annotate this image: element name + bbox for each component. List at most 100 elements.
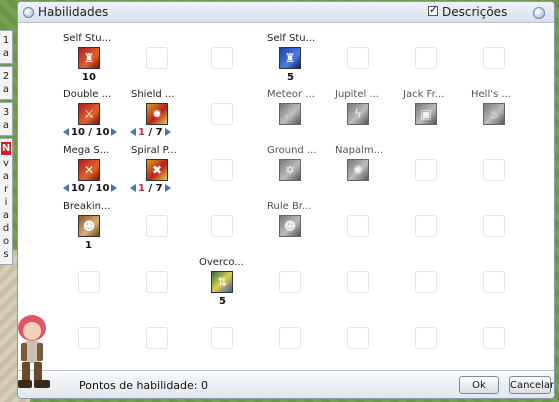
break-icon[interactable]: ☻ [78, 215, 100, 237]
level-down-icon[interactable] [130, 184, 136, 192]
level-up-icon[interactable] [164, 184, 171, 192]
window-title: Habilidades [38, 5, 109, 19]
skill-level-row: 1 / 7 [128, 183, 173, 195]
empty-slot [146, 215, 168, 237]
tab-variados[interactable]: N variados [0, 138, 13, 265]
level-down-icon[interactable] [63, 128, 69, 136]
empty-slot [415, 47, 437, 69]
empty-slot [483, 271, 505, 293]
skill-class-tabs: 1a 2a 3a N variados [0, 30, 14, 267]
frost-icon[interactable]: ▣ [415, 103, 437, 125]
skill-name: Overco... [199, 257, 244, 268]
new-badge: N [1, 142, 11, 155]
double-attack-icon[interactable]: ⚔ [78, 103, 100, 125]
level-down-icon[interactable] [130, 128, 136, 136]
tab-3a[interactable]: 3a [0, 102, 13, 136]
empty-slot [78, 271, 100, 293]
spiral-icon[interactable]: ✖ [146, 159, 168, 181]
empty-slot [146, 271, 168, 293]
level-current: 10 [71, 127, 85, 138]
empty-slot [415, 215, 437, 237]
flame-icon[interactable]: ♨ [483, 103, 505, 125]
empty-slot [347, 271, 369, 293]
empty-slot [483, 159, 505, 181]
level-max: 10 [95, 127, 110, 138]
tab-label: 2a [2, 71, 10, 95]
level-current: 10 [71, 183, 85, 194]
empty-slot [347, 215, 369, 237]
burst-icon[interactable]: ✺ [347, 159, 369, 181]
ok-button[interactable]: Ok [459, 376, 499, 394]
empty-slot [483, 327, 505, 349]
level-up-icon[interactable] [111, 128, 118, 136]
empty-slot [483, 47, 505, 69]
close-icon[interactable] [533, 7, 545, 19]
level-max: 10 [95, 183, 110, 194]
sword-icon[interactable]: ✕ [78, 159, 100, 181]
skill-name: Meteor ... [267, 89, 315, 100]
level-up-icon[interactable] [111, 184, 118, 192]
skill-level: 5 [287, 72, 294, 83]
skill-points: Pontos de habilidade: 0 [79, 379, 208, 392]
self-stu-blue-icon[interactable]: ♜ [279, 47, 301, 69]
skill-name: Self Stu... [63, 33, 112, 44]
skill-name: Napalm... [335, 145, 384, 156]
empty-slot [279, 327, 301, 349]
overcome-icon[interactable]: ⇅ [211, 271, 233, 293]
level-current: 1 [138, 183, 145, 194]
empty-slot [211, 327, 233, 349]
star-seal-icon[interactable]: ✡ [279, 159, 301, 181]
tab-1a[interactable]: 1a [0, 30, 13, 64]
tab-label: 3a [2, 107, 10, 131]
empty-slot [347, 327, 369, 349]
rule-break-icon[interactable]: ☻ [279, 215, 301, 237]
meteor-icon[interactable]: ☄ [279, 103, 301, 125]
skill-name: Breakin... [63, 201, 111, 212]
skill-name: Shield ... [131, 89, 175, 100]
skill-name: Ground ... [267, 145, 317, 156]
empty-slot [211, 159, 233, 181]
description-checkbox[interactable] [428, 3, 438, 16]
empty-slot [146, 47, 168, 69]
skill-level-row: 10 / 10 [61, 183, 119, 195]
skill-level: 1 [85, 240, 92, 251]
empty-slot [211, 103, 233, 125]
empty-slot [211, 47, 233, 69]
skill-name: Double ... [63, 89, 112, 100]
empty-slot [415, 159, 437, 181]
skill-name: Self Stu... [267, 33, 316, 44]
empty-slot [415, 271, 437, 293]
skill-level-row: 10 / 10 [61, 127, 119, 139]
skill-name: Mega S... [63, 145, 110, 156]
self-stu-icon[interactable]: ♜ [78, 47, 100, 69]
empty-slot [78, 327, 100, 349]
skill-name: Rule Br... [267, 201, 312, 212]
description-label: Descrições [442, 5, 508, 19]
skills-window: Habilidades Descrições Self Stu... ♜ 10 … [17, 1, 555, 399]
title-bar[interactable]: Habilidades Descrições [18, 2, 554, 23]
shield-icon[interactable]: ✹ [146, 103, 168, 125]
tab-label: variados [2, 158, 10, 260]
cancel-button[interactable]: Cancelar [509, 376, 554, 394]
level-current: 1 [138, 127, 145, 138]
empty-slot [415, 327, 437, 349]
skill-name: Spiral P... [131, 145, 177, 156]
level-max: 7 [155, 127, 163, 138]
tab-2a[interactable]: 2a [0, 66, 13, 100]
empty-slot [279, 271, 301, 293]
tab-label: 1a [2, 35, 10, 59]
skill-name: Jupitel ... [335, 89, 379, 100]
level-max: 7 [155, 183, 163, 194]
window-footer: Pontos de habilidade: 0 Ok Cancelar [18, 370, 554, 398]
skill-name: Hell's ... [471, 89, 511, 100]
window-icon [23, 7, 34, 18]
skill-name: Jack Fr... [403, 89, 445, 100]
level-down-icon[interactable] [63, 184, 69, 192]
skill-level: 5 [219, 296, 226, 307]
lightning-icon[interactable]: ϟ [347, 103, 369, 125]
level-up-icon[interactable] [164, 128, 171, 136]
character-sprite [18, 315, 50, 388]
empty-slot [483, 215, 505, 237]
skill-level: 10 [82, 72, 96, 83]
empty-slot [211, 215, 233, 237]
